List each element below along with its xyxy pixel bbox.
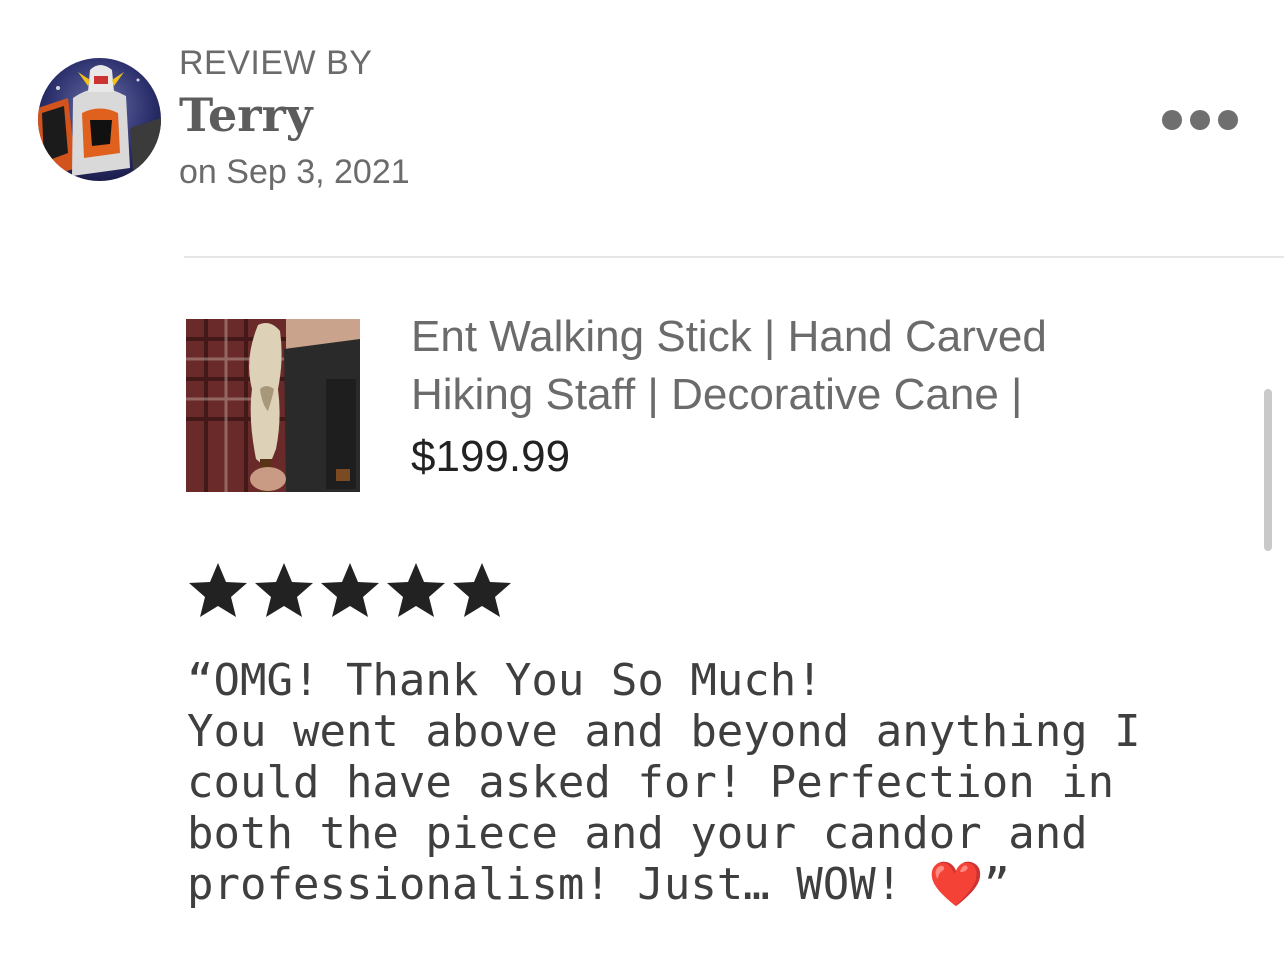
more-horizontal-icon-dot — [1218, 110, 1238, 130]
review-by-label: REVIEW BY — [179, 44, 373, 82]
star-icon — [453, 563, 511, 617]
star-icon — [189, 563, 247, 617]
divider — [184, 256, 1284, 258]
star-icon — [321, 563, 379, 617]
scrollbar[interactable] — [1264, 389, 1272, 551]
robot-avatar-image — [38, 58, 161, 181]
more-options-button[interactable] — [1150, 98, 1250, 142]
reviewer-name[interactable]: Terry — [179, 88, 312, 142]
review-text-body: “OMG! Thank You So Much! You went above … — [187, 655, 1141, 910]
product-thumbnail[interactable] — [186, 319, 360, 492]
product-price: $199.99 — [411, 432, 571, 481]
heart-emoji-icon: ❤️ — [928, 859, 984, 910]
review-text: “OMG! Thank You So Much! You went above … — [187, 655, 1207, 910]
star-rating — [186, 560, 514, 620]
star-icon — [255, 563, 313, 617]
reviewer-avatar[interactable] — [38, 58, 161, 181]
more-horizontal-icon-dot — [1190, 110, 1210, 130]
star-icon — [387, 563, 445, 617]
walking-stick-photo — [186, 319, 360, 492]
product-title-link[interactable]: Ent Walking Stick | Hand Carved Hiking S… — [411, 308, 1171, 424]
more-horizontal-icon — [1162, 110, 1182, 130]
review-text-closing-quote: ” — [983, 859, 1011, 910]
review-date: on Sep 3, 2021 — [179, 153, 410, 191]
